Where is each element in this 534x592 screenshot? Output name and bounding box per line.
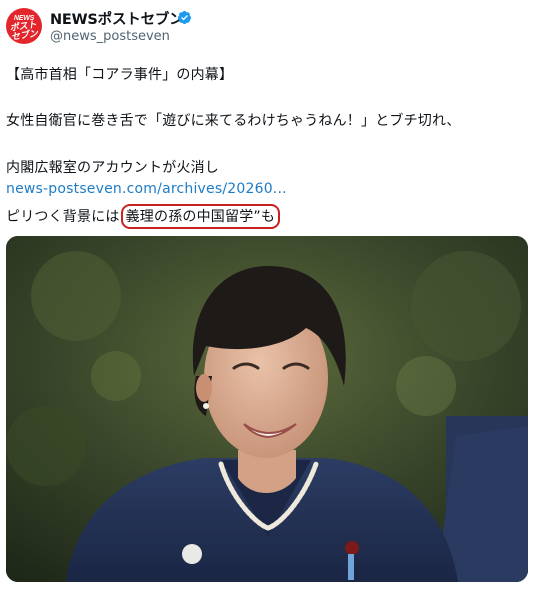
article-link[interactable]: news-postseven.com/archives/20260... bbox=[6, 181, 287, 197]
account-avatar[interactable]: NEWS ポスト セブン bbox=[6, 8, 42, 44]
display-name[interactable]: NEWSポストセブン bbox=[50, 8, 184, 29]
highlighted-text: 義理の孫の中国留学 bbox=[125, 209, 254, 225]
line5-prefix: ピリつく背景には bbox=[6, 209, 120, 225]
tweet-text-line-2: 女性自衛官に巻き舌で「遊びに来てるわけちゃうねん！」とブチ切れ、 bbox=[6, 113, 461, 129]
verified-badge-icon bbox=[177, 10, 192, 25]
photo-of-smiling-woman-icon bbox=[6, 236, 528, 582]
avatar-logo-bottom: ポスト セブン bbox=[9, 20, 39, 43]
bottom-divider bbox=[0, 584, 534, 592]
tweet-text-headline: 【高市首相「コアラ事件」の内幕】 bbox=[6, 67, 234, 83]
tweet-text-line-3: 内閣広報室のアカウントが火消し bbox=[6, 160, 219, 176]
tweet-text-line-5: ピリつく背景には 義理の孫の中国留学”も bbox=[6, 204, 281, 229]
line5-suffix: ”も bbox=[253, 209, 276, 225]
tweet-card[interactable]: NEWS ポスト セブン NEWSポストセブン @news_postseven 【… bbox=[0, 0, 534, 592]
highlight-annotation: 義理の孫の中国留学”も bbox=[120, 204, 281, 229]
tweet-photo[interactable] bbox=[6, 236, 528, 582]
account-handle[interactable]: @news_postseven bbox=[50, 29, 170, 44]
